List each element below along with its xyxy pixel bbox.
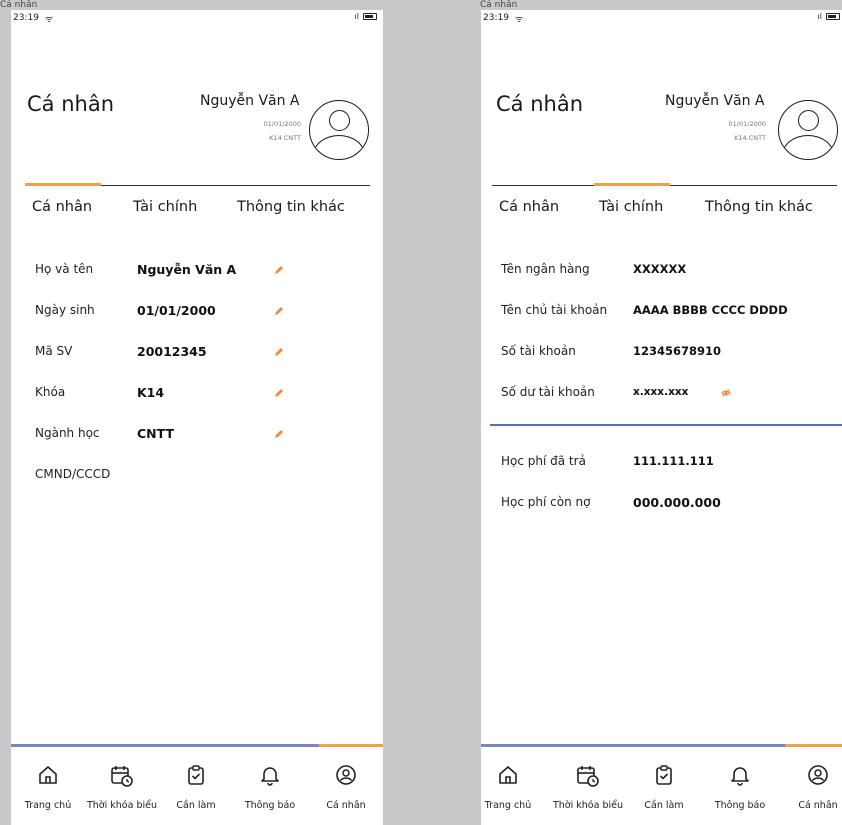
value-tuition-paid: 111.111.111 (633, 454, 714, 468)
nav-notifications[interactable]: Thông báo (703, 744, 777, 825)
nav-profile[interactable]: Cá nhân (309, 744, 383, 825)
value-student-id: 20012345 (137, 344, 207, 359)
bottom-nav: Trang chủ Thời khóa biểu Cần làm Thông b… (481, 744, 842, 825)
value-account-number: 12345678910 (633, 344, 722, 358)
avatar-icon[interactable] (309, 100, 369, 160)
status-right: ıl (355, 12, 377, 21)
phone-frame-personal: 23:19 ᯤ ıl Cá nhân Nguyễn Văn A 01/01/20… (11, 10, 383, 825)
battery-icon (826, 13, 840, 20)
value-full-name: Nguyễn Văn A (137, 262, 237, 277)
tab-bar: Cá nhân Tài chính Thông tin khác (492, 183, 837, 225)
battery-icon (363, 13, 377, 20)
nav-profile[interactable]: Cá nhân (781, 744, 842, 825)
avatar-icon[interactable] (778, 100, 838, 160)
clipboard-check-icon (188, 765, 204, 785)
tab-personal[interactable]: Cá nhân (32, 199, 92, 215)
phone-frame-finance: 23:19 ᯤ ıl Cá nhân Nguyễn Văn A 01/01/20… (481, 10, 842, 825)
frame-label-right: Cá nhân (480, 0, 518, 10)
wifi-icon: ᯤ (515, 15, 524, 25)
tab-active-indicator (594, 183, 670, 186)
bottom-nav: Trang chủ Thời khóa biểu Cần làm Thông b… (11, 744, 383, 825)
nav-notifications[interactable]: Thông báo (233, 744, 307, 825)
tab-bar: Cá nhân Tài chính Thông tin khác (25, 183, 370, 225)
label-tuition-paid: Học phí đã trả (501, 454, 586, 468)
value-major: CNTT (137, 426, 174, 441)
section-divider (490, 424, 842, 426)
pencil-icon[interactable] (274, 388, 284, 398)
nav-home[interactable]: Trang chủ (11, 744, 85, 825)
pencil-icon[interactable] (274, 429, 284, 439)
nav-profile-label: Cá nhân (798, 800, 838, 811)
nav-todo[interactable]: Cần làm (159, 744, 233, 825)
label-account-balance: Số dư tài khoản (501, 385, 595, 399)
bell-icon (261, 767, 279, 786)
pencil-icon[interactable] (274, 306, 284, 316)
label-full-name: Họ và tên (35, 262, 94, 276)
value-bank-name: XXXXXX (633, 262, 687, 276)
user-dob: 01/01/2000 (263, 120, 301, 128)
label-account-number: Số tài khoản (501, 344, 576, 358)
signal-icon: ıl (817, 12, 822, 21)
pencil-icon[interactable] (274, 265, 284, 275)
value-account-holder: AAAA BBBB CCCC DDDD (633, 303, 788, 317)
label-bank-name: Tên ngân hàng (501, 262, 590, 276)
status-time: 23:19 (483, 13, 509, 23)
label-student-id: Mã SV (35, 344, 73, 358)
frame-label-left: Cá nhân (0, 0, 38, 10)
home-icon (499, 766, 517, 784)
calendar-clock-icon (111, 766, 133, 787)
home-icon (39, 766, 57, 784)
pencil-icon[interactable] (274, 347, 284, 357)
page-title: Cá nhân (496, 92, 584, 116)
tab-other-info[interactable]: Thông tin khác (705, 199, 813, 215)
tab-finance[interactable]: Tài chính (133, 199, 197, 215)
value-cohort: K14 (137, 385, 165, 400)
user-class: K14 CNTT (734, 134, 766, 142)
nav-timetable[interactable]: Thời khóa biểu (551, 744, 625, 825)
user-circle-icon (808, 765, 828, 785)
tab-active-indicator (25, 183, 101, 186)
tab-other-info[interactable]: Thông tin khác (237, 199, 345, 215)
label-id-card: CMND/CCCD (35, 467, 111, 481)
label-dob: Ngày sinh (35, 303, 95, 317)
status-bar: 23:19 ᯤ ıl (11, 10, 383, 30)
value-account-balance: x.xxx.xxx (633, 386, 689, 398)
value-tuition-owed: 000.000.000 (633, 495, 721, 510)
status-right: ıl (818, 12, 840, 21)
calendar-clock-icon (577, 766, 599, 787)
user-name: Nguyễn Văn A (200, 93, 300, 109)
tab-personal[interactable]: Cá nhân (499, 199, 559, 215)
label-cohort: Khóa (35, 385, 66, 399)
user-class: K14 CNTT (269, 134, 301, 142)
user-name: Nguyễn Văn A (665, 93, 765, 109)
nav-home[interactable]: Trang chủ (481, 744, 545, 825)
user-circle-icon (336, 765, 356, 785)
user-dob: 01/01/2000 (728, 120, 766, 128)
nav-todo[interactable]: Cần làm (627, 744, 701, 825)
label-tuition-owed: Học phí còn nợ (501, 495, 591, 509)
label-account-holder: Tên chủ tài khoản (501, 303, 608, 317)
label-major: Ngành học (35, 426, 100, 440)
clipboard-check-icon (656, 765, 672, 785)
nav-timetable[interactable]: Thời khóa biểu (85, 744, 159, 825)
value-dob: 01/01/2000 (137, 303, 216, 318)
eye-off-icon[interactable] (721, 388, 731, 398)
status-bar: 23:19 ᯤ ıl (481, 10, 842, 30)
page-title: Cá nhân (27, 92, 115, 116)
status-time: 23:19 (13, 13, 39, 23)
tab-finance[interactable]: Tài chính (599, 199, 663, 215)
wifi-icon: ᯤ (45, 15, 54, 25)
signal-icon: ıl (354, 12, 359, 21)
nav-profile-label: Cá nhân (326, 800, 366, 811)
bell-icon (731, 767, 749, 786)
